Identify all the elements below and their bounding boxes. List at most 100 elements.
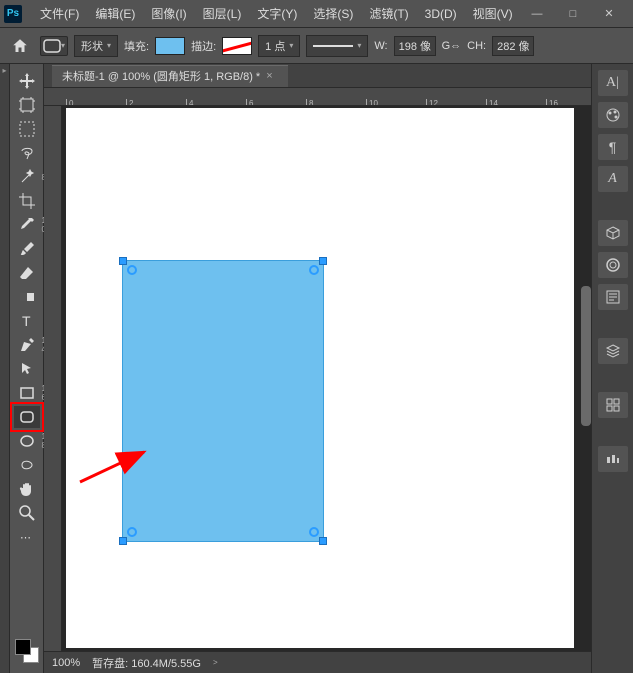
pen-icon [19,337,35,353]
timeline-icon [605,451,621,467]
path-selection-tool[interactable] [14,358,40,380]
width-field[interactable] [394,36,436,56]
layers-panel-button[interactable] [598,338,628,364]
horizontal-ruler[interactable]: 0 2 4 6 8 10 12 14 16 [44,88,591,106]
main-area: ▸ 8 1 0 T 1 4 1 6 1 8 ⋯ 未标题-1 @ 100% (圆角… [0,64,633,673]
menu-3d[interactable]: 3D(D) [417,0,465,27]
ellipse-tool[interactable]: 1 8 [14,430,40,452]
foreground-background-swatch[interactable] [15,639,39,663]
link-wh-icon[interactable]: G⇔ [442,40,462,52]
height-field[interactable] [492,36,534,56]
menu-edit[interactable]: 编辑(E) [87,0,143,27]
brush-icon [19,241,35,257]
menu-image[interactable]: 图像(I) [143,0,194,27]
history-panel-button[interactable] [598,446,628,472]
transform-handle-bl[interactable] [119,537,127,545]
foreground-color-swatch[interactable] [15,639,31,655]
current-tool-preset[interactable]: ▾ [40,36,68,56]
magic-wand-tool[interactable]: 8 [14,166,40,188]
transform-handle-tr[interactable] [319,257,327,265]
transform-handle-tl[interactable] [119,257,127,265]
menu-file[interactable]: 文件(F) [32,0,87,27]
eyedropper-tool[interactable]: 1 0 [14,214,40,236]
transform-handle-br[interactable] [319,537,327,545]
eraser-tool[interactable] [14,262,40,284]
rounded-rectangle-tool[interactable] [14,406,40,428]
corner-radius-handle-tl[interactable] [127,265,137,275]
ruler-tick: 12 [426,99,438,105]
rect-icon [19,385,35,401]
character-panel-button[interactable]: A| [598,70,628,96]
stroke-swatch[interactable] [222,37,252,55]
hand-tool[interactable] [14,478,40,500]
grid-panel-button[interactable] [598,392,628,418]
type-tool[interactable]: T [14,310,40,332]
scratch-disk-info[interactable]: 暂存盘: 160.4M/5.55G [92,655,201,671]
libraries-panel-button[interactable] [598,252,628,278]
vertical-ruler[interactable] [44,106,62,651]
home-button[interactable] [6,32,34,60]
maximize-button[interactable]: □ [561,4,585,24]
glyphs-panel-button[interactable]: A [598,166,628,192]
menu-bar: Ps 文件(F) 编辑(E) 图像(I) 图层(L) 文字(Y) 选择(S) 滤… [0,0,633,28]
close-tab-icon[interactable]: × [266,70,278,82]
ruler-tick: 6 [246,99,253,105]
minimize-button[interactable]: — [525,4,549,24]
menu-select[interactable]: 选择(S) [305,0,361,27]
menu-view[interactable]: 视图(V) [465,0,521,27]
corner-radius-handle-bl[interactable] [127,527,137,537]
custom-shape-tool[interactable] [14,454,40,476]
canvas[interactable] [66,108,574,648]
close-button[interactable]: ✕ [597,4,621,24]
rounded-rectangle-shape[interactable] [122,260,324,542]
scrollbar-thumb[interactable] [581,286,591,426]
crop-icon [19,193,35,209]
fill-swatch[interactable] [155,37,185,55]
3d-panel-button[interactable] [598,220,628,246]
menu-type[interactable]: 文字(Y) [249,0,305,27]
wand-icon [19,169,35,185]
zoom-icon [19,505,35,521]
rectangle-tool[interactable]: 1 6 [14,382,40,404]
svg-text:T: T [22,313,31,329]
gradient-tool[interactable] [14,286,40,308]
marquee-tool[interactable] [14,118,40,140]
properties-panel-button[interactable] [598,284,628,310]
stroke-width-value: 1 点 [265,38,285,54]
layers-icon [605,343,621,359]
artboard-tool[interactable] [14,94,40,116]
zoom-tool[interactable] [14,502,40,524]
zoom-level[interactable]: 100% [52,657,80,669]
toolbox: 8 1 0 T 1 4 1 6 1 8 ⋯ [10,64,44,673]
right-panel-rail: A| ¶ A [591,64,633,673]
menu-filter[interactable]: 滤镜(T) [361,0,416,27]
document-tabbar: 未标题-1 @ 100% (圆角矩形 1, RGB/8) * × [44,64,591,88]
stroke-style-dropdown[interactable]: ▾ [306,35,368,57]
document-tab[interactable]: 未标题-1 @ 100% (圆角矩形 1, RGB/8) * × [52,65,288,87]
menu-layer[interactable]: 图层(L) [195,0,250,27]
move-tool[interactable] [14,70,40,92]
paragraph-panel-button[interactable]: ¶ [598,134,628,160]
stroke-width-dropdown[interactable]: 1 点 ▾ [258,35,300,57]
move-icon [19,73,35,89]
vertical-scrollbar[interactable] [579,106,591,526]
color-panel-button[interactable] [598,102,628,128]
flyout-handle-icon[interactable]: ▸ [1,66,9,74]
canvas-viewport[interactable] [62,106,591,651]
lasso-tool[interactable] [14,142,40,164]
status-flyout-icon[interactable]: > [213,658,218,667]
document-area: 未标题-1 @ 100% (圆角矩形 1, RGB/8) * × 0 2 4 6… [44,64,591,673]
ruler-tick: 14 [486,99,498,105]
type-icon: T [19,313,35,329]
arrow-cursor-icon [19,361,35,377]
eraser-icon [19,265,35,281]
brush-tool[interactable] [14,238,40,260]
pilcrow-icon: ¶ [609,139,617,155]
ruler-tick: 8 [306,99,313,105]
tool-mode-dropdown[interactable]: 形状 ▾ [74,35,118,57]
crop-tool[interactable] [14,190,40,212]
edit-toolbar-button[interactable]: ⋯ [14,526,40,548]
corner-radius-handle-br[interactable] [309,527,319,537]
corner-radius-handle-tr[interactable] [309,265,319,275]
pen-tool[interactable]: 1 4 [14,334,40,356]
